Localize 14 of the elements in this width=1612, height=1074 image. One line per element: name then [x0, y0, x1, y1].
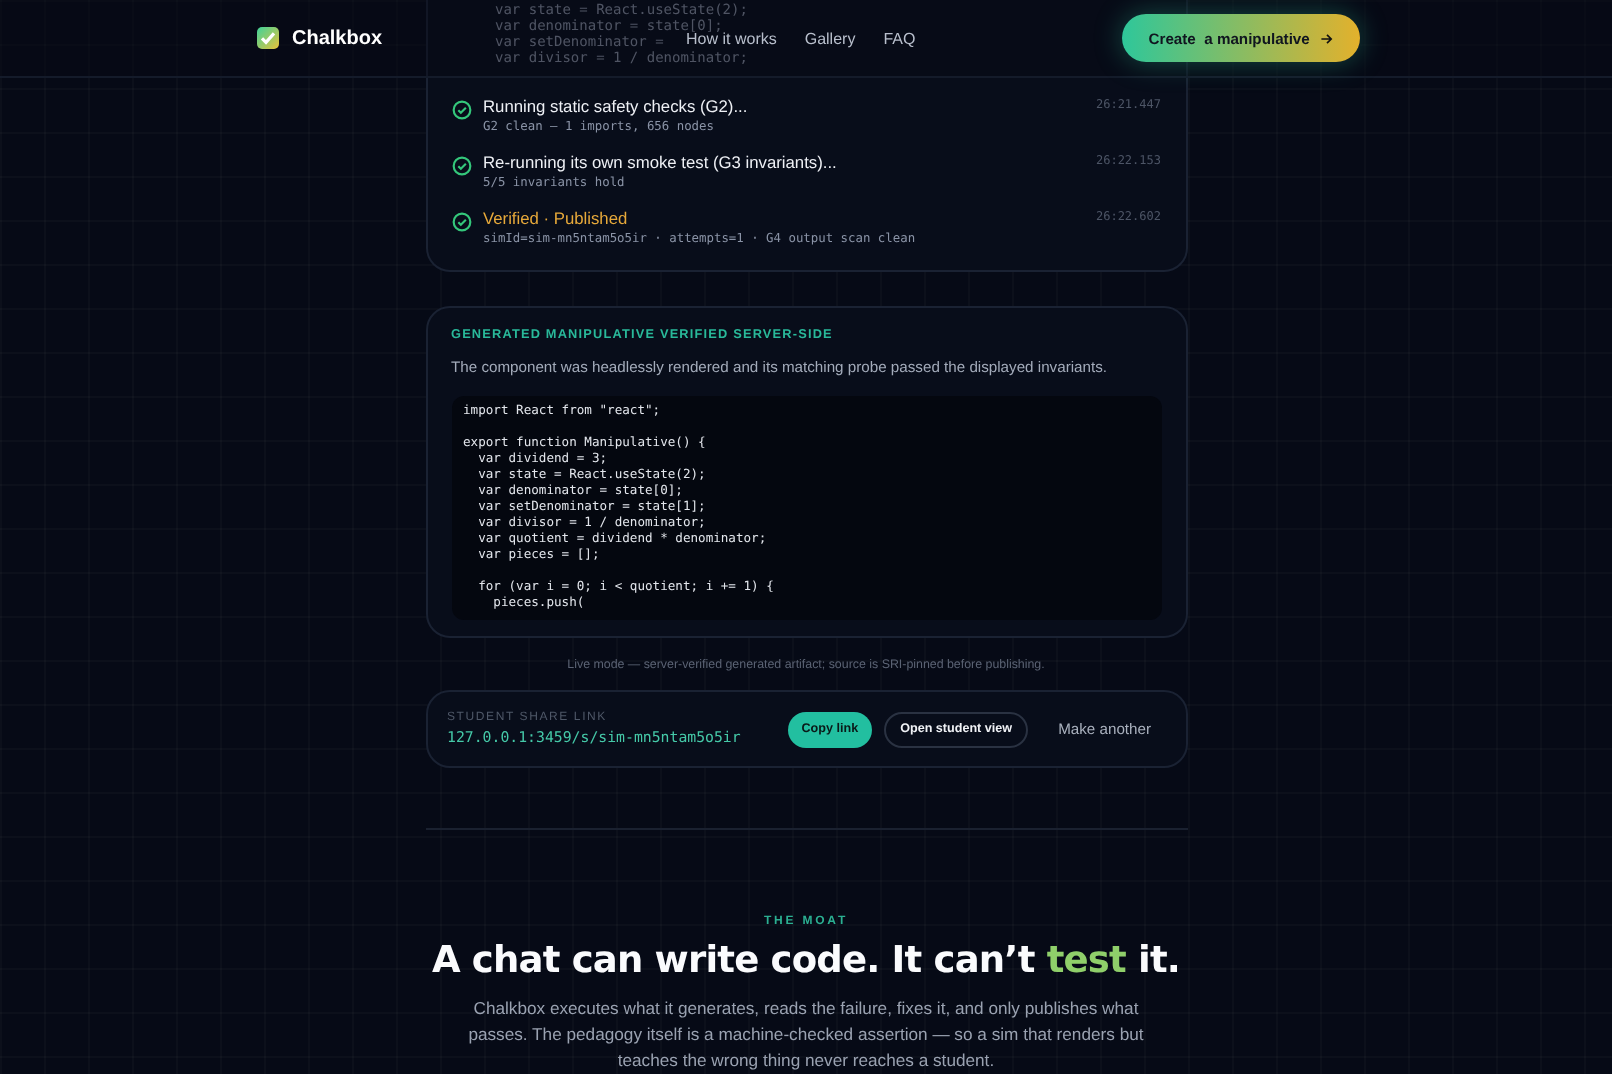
step-title: Re-running its own smoke test (G3 invariants)...	[483, 152, 839, 172]
arrow-right-icon	[1320, 31, 1334, 45]
body-text: Chalkbox executes what it generates, reads the failure, fixes it, and only publishes what passes. The pedagogy itself is a machine-checked assertion — so a sim that renders but teaches the wrong thing never reaches a student.	[466, 996, 1146, 1074]
check-circle-icon	[451, 100, 471, 120]
nav-link[interactable]: How it works	[686, 29, 777, 47]
check-circle-icon	[451, 212, 471, 232]
check-circle-icon	[451, 156, 471, 176]
step-title: Verified · Published	[483, 208, 630, 228]
nav-link[interactable]: Gallery	[804, 29, 856, 47]
brand-name[interactable]: Chalkbox	[292, 27, 383, 49]
nav-link[interactable]: FAQ	[883, 29, 916, 47]
checkbox-logo-icon	[256, 26, 280, 50]
step-title: Running static safety checks (G2)...	[483, 96, 750, 116]
headline: A chat can write code. It can’t test it.	[431, 940, 1181, 982]
